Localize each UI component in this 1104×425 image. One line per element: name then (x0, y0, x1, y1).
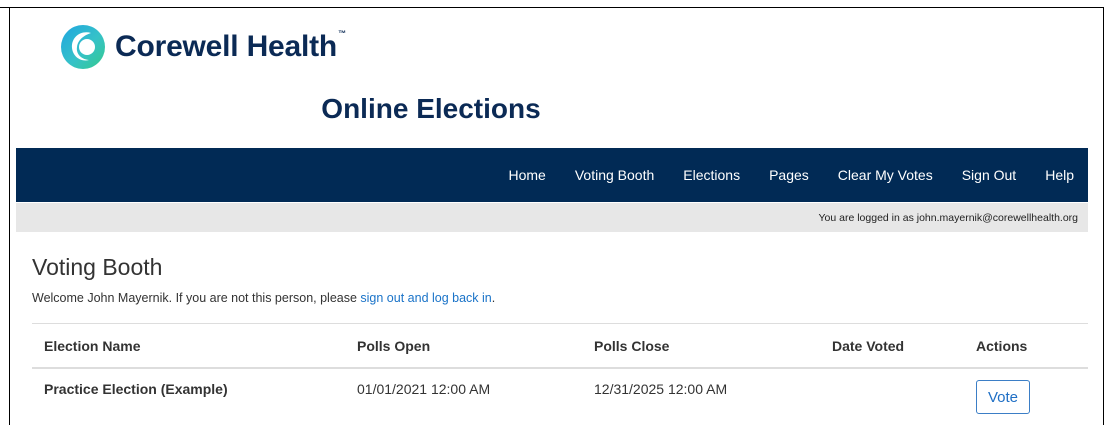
cell-election-name: Practice Election (Example) (44, 381, 228, 397)
window-frame-top (0, 7, 1104, 8)
column-header-polls-close: Polls Close (594, 338, 670, 354)
nav-help[interactable]: Help (1045, 167, 1074, 183)
cell-polls-close: 12/31/2025 12:00 AM (594, 381, 728, 397)
nav-pages[interactable]: Pages (769, 167, 809, 183)
nav-home[interactable]: Home (509, 167, 546, 183)
app-title: Online Elections (321, 93, 541, 124)
nav-elections[interactable]: Elections (683, 167, 740, 183)
sign-out-relogin-link[interactable]: sign out and log back in (360, 291, 491, 305)
table-header-divider (32, 367, 1088, 369)
page-title: Voting Booth (32, 254, 163, 280)
column-header-date-voted: Date Voted (832, 338, 905, 354)
column-header-election-name: Election Name (44, 338, 141, 354)
login-status-text: You are logged in as john.mayernik@corew… (818, 212, 1078, 224)
login-status-bar: You are logged in as john.mayernik@corew… (16, 203, 1088, 232)
trademark-symbol: ™ (338, 28, 347, 38)
cell-polls-open: 01/01/2021 12:00 AM (357, 381, 491, 397)
main-navbar: Home Voting Booth Elections Pages Clear … (16, 148, 1088, 202)
corewell-logo-icon (61, 25, 105, 69)
nav-voting-booth[interactable]: Voting Booth (575, 167, 654, 183)
welcome-message: Welcome John Mayernik. If you are not th… (32, 291, 495, 305)
brand-name: Corewell Health (115, 30, 338, 63)
column-header-actions: Actions (976, 338, 1028, 354)
window-frame-left (9, 7, 10, 425)
welcome-suffix: . (491, 291, 496, 305)
nav-sign-out[interactable]: Sign Out (962, 167, 1016, 183)
welcome-text: Welcome John Mayernik. If you are not th… (32, 291, 361, 305)
table-top-border (32, 323, 1088, 324)
column-header-polls-open: Polls Open (357, 338, 431, 354)
nav-clear-my-votes[interactable]: Clear My Votes (838, 167, 933, 183)
corewell-logo[interactable]: Corewell Health ™ (60, 23, 346, 71)
vote-button[interactable]: Vote (976, 380, 1030, 414)
